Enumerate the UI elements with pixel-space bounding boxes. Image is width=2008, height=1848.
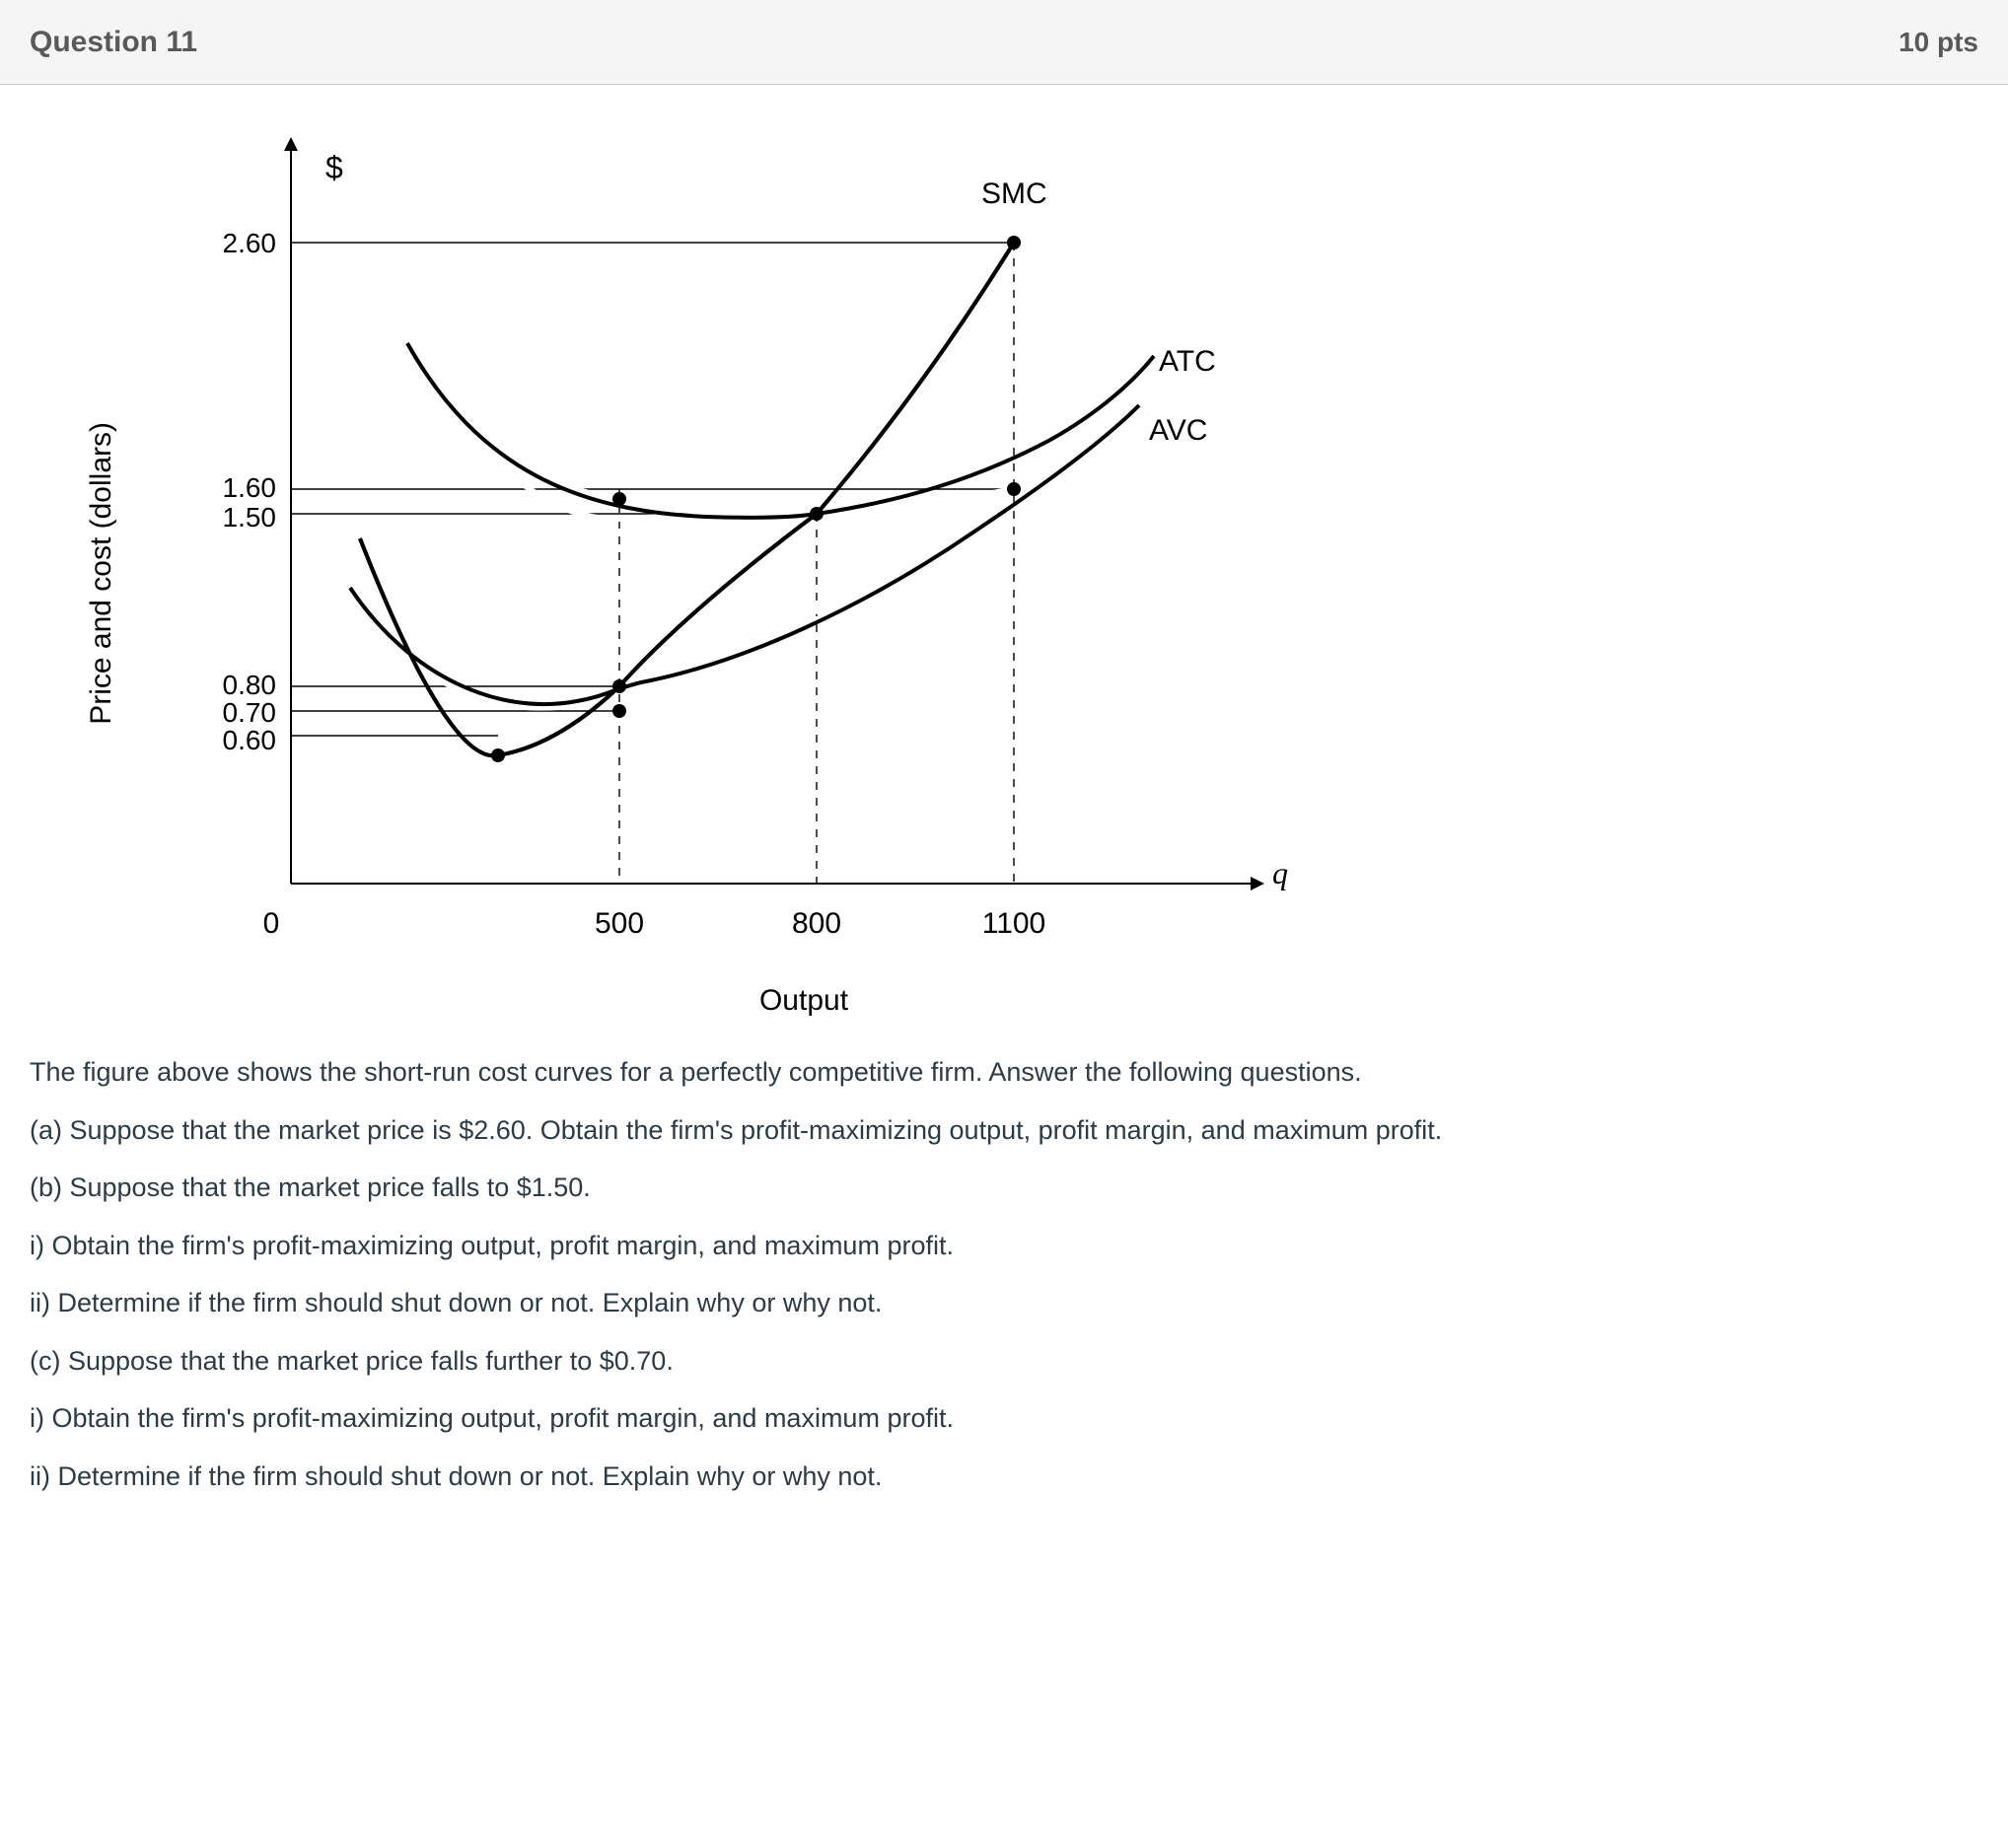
part-c-ii: ii) Determine if the firm should shut do… [30, 1457, 1978, 1497]
xtick-1100: 1100 [982, 907, 1046, 940]
smc-label: SMC [981, 178, 1047, 210]
ytick-0.70: 0.70 [223, 697, 277, 728]
cost-curves-figure: $ q [153, 124, 1336, 1023]
avc-curve [350, 405, 1139, 704]
q-label: q [1272, 855, 1288, 890]
ytick-2.60: 2.60 [223, 228, 277, 258]
point-500-0.80 [612, 679, 626, 693]
ytick-1.50: 1.50 [223, 502, 277, 533]
currency-label: $ [325, 150, 343, 185]
y-axis-label: Price and cost (dollars) [79, 422, 123, 725]
part-b-ii: ii) Determine if the firm should shut do… [30, 1283, 1978, 1323]
part-b-i: i) Obtain the firm's profit-maximizing o… [30, 1226, 1978, 1266]
point-1100-1.60 [1007, 482, 1021, 496]
point-smc-min [491, 748, 505, 762]
intro-text: The figure above shows the short-run cos… [30, 1052, 1978, 1093]
xtick-500: 500 [595, 907, 644, 940]
ytick-1.60: 1.60 [223, 472, 277, 503]
question-text: The figure above shows the short-run cos… [30, 1052, 1978, 1496]
part-a: (a) Suppose that the market price is $2.… [30, 1110, 1978, 1151]
ytick-0.60: 0.60 [223, 725, 277, 755]
figure-wrap: Price and cost (dollars) $ q [79, 124, 1978, 1023]
atc-label: ATC [1159, 345, 1216, 378]
chart-svg: $ q [153, 124, 1336, 972]
question-title: Question 11 [30, 20, 197, 64]
point-500-0.70 [612, 704, 626, 718]
avc-label: AVC [1149, 414, 1207, 447]
xtick-800: 800 [792, 907, 841, 940]
ytick-0.80: 0.80 [223, 670, 277, 700]
point-500-1.60 [612, 492, 626, 506]
part-c-i: i) Obtain the firm's profit-maximizing o… [30, 1398, 1978, 1439]
part-b: (b) Suppose that the market price falls … [30, 1168, 1978, 1208]
x-axis-label: Output [271, 978, 1336, 1023]
question-content: Price and cost (dollars) $ q [0, 85, 2008, 1543]
question-header: Question 11 10 pts [0, 0, 2008, 85]
xtick-0: 0 [263, 907, 280, 940]
smc-curve [360, 243, 1014, 755]
part-c: (c) Suppose that the market price falls … [30, 1341, 1978, 1382]
question-points: 10 pts [1899, 22, 1978, 63]
point-800-1.50 [810, 507, 824, 521]
point-1100-2.60 [1007, 236, 1021, 249]
